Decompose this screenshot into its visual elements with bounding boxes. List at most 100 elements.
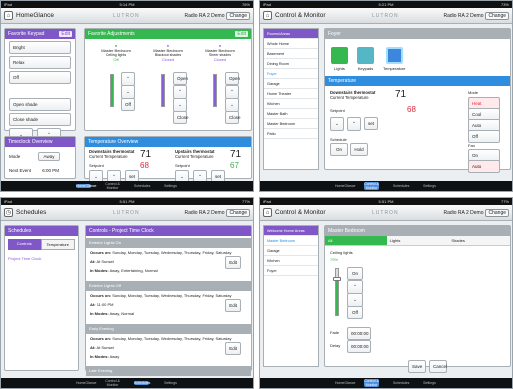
room-item[interactable]: Whole Home <box>264 39 318 49</box>
ceiling-lights-slider[interactable] <box>333 268 341 316</box>
blackout-slider[interactable] <box>161 74 165 107</box>
schedules-tab[interactable]: Schedules <box>393 184 409 188</box>
bright-button[interactable]: Bright <box>9 41 71 54</box>
room-item[interactable]: Kitchen <box>264 256 318 266</box>
settings-tab[interactable]: Settings <box>422 184 437 188</box>
mode-off-button[interactable]: Off <box>468 130 500 143</box>
sheer-close-button[interactable]: Close <box>225 111 241 124</box>
delay-field[interactable]: 00:00:00 <box>347 340 371 353</box>
homeglance-tab[interactable]: HomeGlance <box>76 184 96 188</box>
light-on-button[interactable]: On <box>347 267 363 280</box>
temperature-overview-panel: Temperature Overview Downstairs thermost… <box>84 136 252 184</box>
schedules-tab[interactable]: Schedules <box>134 184 150 188</box>
delay-label: Delay <box>330 343 341 348</box>
edit-button[interactable]: Edit <box>225 256 241 269</box>
mode-label: Mode <box>9 154 21 159</box>
light-up-button[interactable]: ⌃ <box>347 280 363 294</box>
sheer-down-button[interactable]: ⌄ <box>225 98 239 112</box>
room-item[interactable]: Garage <box>264 246 318 256</box>
schedule-hold-button[interactable]: Hold <box>350 143 368 156</box>
item-label: Keypads <box>357 66 374 71</box>
project-time-clock-item[interactable]: Project Time Clock <box>5 253 78 264</box>
open-shade-button[interactable]: Open shade <box>9 98 71 111</box>
room-item[interactable]: Foyer <box>264 69 318 79</box>
tab-temperature[interactable]: Temperature <box>40 239 75 250</box>
schedules-tab[interactable]: Schedules <box>393 381 409 385</box>
room-item[interactable]: Garage <box>264 79 318 89</box>
schedule-on-button[interactable]: On <box>330 143 348 156</box>
room-item[interactable]: Kitchen <box>264 99 318 109</box>
control-icon[interactable]: ⌂ <box>263 11 272 20</box>
control-monitor-tab[interactable]: Control & Monitor <box>105 182 120 190</box>
change-button[interactable]: Change <box>226 11 250 20</box>
page-title: Control & Monitor <box>275 209 326 216</box>
control-monitor-tab[interactable]: Control & Monitor <box>364 379 379 387</box>
tab-shades[interactable]: Shades <box>448 236 510 245</box>
sheer-slider[interactable] <box>213 74 217 107</box>
set-button[interactable]: set <box>364 117 378 130</box>
off-button[interactable]: Off <box>9 71 71 84</box>
at-value: At Sunset <box>96 259 114 264</box>
save-button[interactable]: Save <box>408 360 426 373</box>
setpoint-up-button[interactable]: ⌃ <box>347 117 361 131</box>
relax-button[interactable]: Relax <box>9 56 71 69</box>
close-shade-button[interactable]: Close shade <box>9 113 71 126</box>
ceiling-lights-value: 79% <box>330 257 339 262</box>
tab-lights[interactable]: Lights <box>387 236 449 245</box>
mode-button[interactable]: Away <box>37 152 61 161</box>
edit-button[interactable]: Edit <box>59 31 72 37</box>
lights-slider[interactable] <box>110 74 114 107</box>
sheer-open-button[interactable]: Open <box>225 72 240 85</box>
blackout-up-button[interactable]: ⌃ <box>173 85 187 99</box>
home-icon[interactable]: ⌂ <box>4 11 13 20</box>
change-button[interactable]: Change <box>226 208 250 217</box>
keypads-item[interactable]: Keypads <box>357 47 374 71</box>
room-item[interactable]: Dining Room <box>264 59 318 69</box>
edit-button[interactable]: Edit <box>235 31 248 37</box>
control-icon[interactable]: ⌂ <box>263 208 272 217</box>
blackout-close-button[interactable]: Close <box>173 111 189 124</box>
homeglance-tab[interactable]: HomeGlance <box>335 184 355 188</box>
fan-auto-button[interactable]: Auto <box>468 160 500 173</box>
fade-field[interactable]: 00:00:00 <box>347 327 371 340</box>
next-event-row: Next Event 6:00 PM <box>5 166 75 175</box>
room-item[interactable]: Master Bedroom <box>264 119 318 129</box>
room-item[interactable]: Master Bedroom <box>264 236 318 246</box>
settings-tab[interactable]: Settings <box>163 184 178 188</box>
control-monitor-tab[interactable]: Control & Monitor <box>364 182 379 190</box>
timeclock-overview-panel: Timeclock Overview Mode Away Next Event … <box>4 136 76 179</box>
lights-item[interactable]: Lights <box>331 47 348 71</box>
cancel-button[interactable]: Cancel <box>429 360 447 373</box>
light-off-button[interactable]: Off <box>347 306 363 319</box>
room-item[interactable]: Home Theater <box>264 89 318 99</box>
blackout-open-button[interactable]: Open <box>173 72 188 85</box>
room-item[interactable]: Master Bath <box>264 109 318 119</box>
schedules-icon[interactable]: ◷ <box>4 208 13 217</box>
light-down-button[interactable]: ⌄ <box>121 85 135 99</box>
edit-button[interactable]: Edit <box>225 342 241 355</box>
light-off-button[interactable]: Off <box>121 98 135 111</box>
blackout-down-button[interactable]: ⌄ <box>173 98 187 112</box>
setpoint-down-button[interactable]: ⌄ <box>330 117 344 131</box>
status-bar: iPad 5:21 PM 73% <box>260 1 512 8</box>
temperature-item[interactable]: Temperature <box>383 47 405 71</box>
control-monitor-tab[interactable]: Control & Monitor <box>105 379 120 387</box>
sheer-up-button[interactable]: ⌃ <box>225 85 239 99</box>
room-item[interactable]: Patio <box>264 129 318 139</box>
edit-button[interactable]: Edit <box>225 299 241 312</box>
light-up-button[interactable]: ⌃ <box>121 72 135 86</box>
thermostat-subtitle: Current Temperature <box>175 154 214 160</box>
settings-tab[interactable]: Settings <box>422 381 437 385</box>
schedules-tab[interactable]: Schedules <box>134 381 150 385</box>
homeglance-tab[interactable]: HomeGlance <box>76 381 96 385</box>
settings-tab[interactable]: Settings <box>163 381 178 385</box>
system-name: Radio RA 2 Demo <box>443 209 484 216</box>
homeglance-tab[interactable]: HomeGlance <box>335 381 355 385</box>
change-button[interactable]: Change <box>485 11 509 20</box>
room-item[interactable]: Basement <box>264 49 318 59</box>
change-button[interactable]: Change <box>485 208 509 217</box>
tab-controls[interactable]: Controls <box>8 239 41 250</box>
room-item[interactable]: Foyer <box>264 266 318 276</box>
light-down-button[interactable]: ⌄ <box>347 293 363 307</box>
tab-all[interactable]: All <box>325 236 387 245</box>
